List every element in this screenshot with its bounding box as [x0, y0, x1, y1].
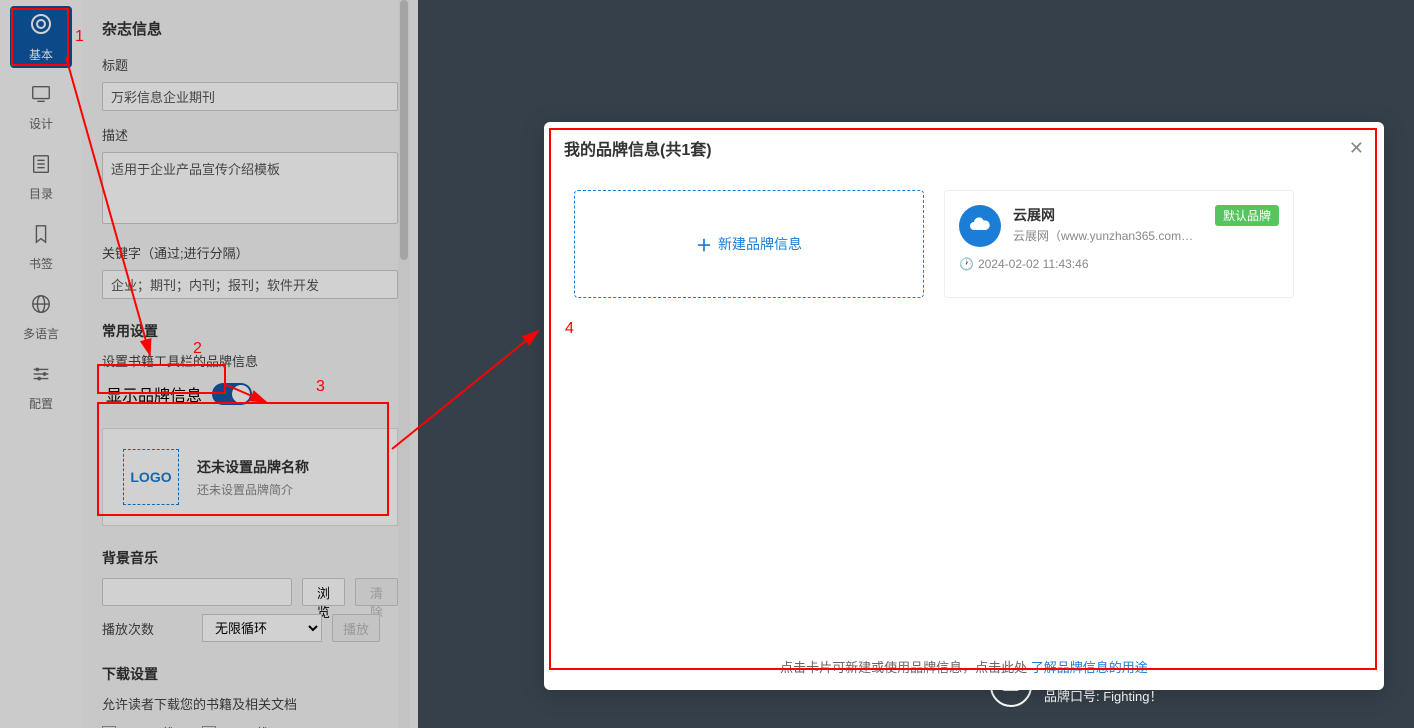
play-button[interactable]: 播放 — [332, 614, 380, 642]
sliders-icon — [30, 363, 52, 391]
sidebar-label: 多语言 — [23, 325, 59, 342]
annotation-box-1 — [11, 8, 69, 66]
desc-textarea[interactable] — [102, 152, 398, 224]
sidebar-label: 书签 — [29, 255, 53, 272]
annotation-box-3 — [97, 402, 389, 516]
annotation-num-3: 3 — [316, 378, 325, 396]
keyword-input[interactable] — [102, 270, 398, 299]
keyword-label: 关键字（通过;进行分隔） — [102, 243, 398, 262]
annotation-num-1: 1 — [75, 28, 84, 46]
annotation-box-4 — [549, 128, 1377, 670]
browse-button[interactable]: 浏览 — [302, 578, 345, 606]
bgm-path-input[interactable] — [102, 578, 292, 606]
annotation-box-2 — [97, 364, 226, 394]
bookmark-icon — [30, 223, 52, 251]
pdf-label: PDF下载 — [122, 723, 174, 728]
sidebar-item-toc[interactable]: 目录 — [10, 146, 72, 208]
section-title-magazine: 杂志信息 — [102, 18, 398, 39]
list-icon — [30, 153, 52, 181]
sidebar-label: 目录 — [29, 185, 53, 202]
pdf-checkbox-item[interactable]: PDF下载 — [102, 723, 174, 728]
scrollbar-thumb[interactable] — [400, 0, 408, 260]
zip-label: ZIP下载 — [222, 723, 268, 728]
globe-icon — [30, 293, 52, 321]
sidebar-label: 配置 — [29, 395, 53, 412]
loop-select[interactable]: 无限循环 — [202, 614, 322, 642]
sidebar-item-bookmark[interactable]: 书签 — [10, 216, 72, 278]
sidebar-item-config[interactable]: 配置 — [10, 356, 72, 418]
sidebar: 基本 设计 目录 书签 多语言 配置 — [0, 0, 82, 728]
annotation-num-4: 4 — [565, 320, 574, 338]
clear-button[interactable]: 清除 — [355, 578, 398, 606]
sidebar-item-design[interactable]: 设计 — [10, 76, 72, 138]
section-title-common: 常用设置 — [102, 321, 398, 341]
section-title-bgm: 背景音乐 — [102, 548, 398, 568]
sidebar-item-language[interactable]: 多语言 — [10, 286, 72, 348]
title-label: 标题 — [102, 55, 398, 74]
zip-checkbox-item[interactable]: ZIP下载 — [202, 723, 268, 728]
title-input[interactable] — [102, 82, 398, 111]
monitor-icon — [30, 83, 52, 111]
scrollbar[interactable] — [398, 0, 410, 728]
desc-label: 描述 — [102, 125, 398, 144]
section-title-download: 下载设置 — [102, 664, 398, 684]
play-count-label: 播放次数 — [102, 619, 192, 638]
annotation-num-2: 2 — [193, 340, 202, 358]
sidebar-label: 设计 — [29, 115, 53, 132]
download-allow-desc: 允许读者下载您的书籍及相关文档 — [102, 694, 398, 713]
